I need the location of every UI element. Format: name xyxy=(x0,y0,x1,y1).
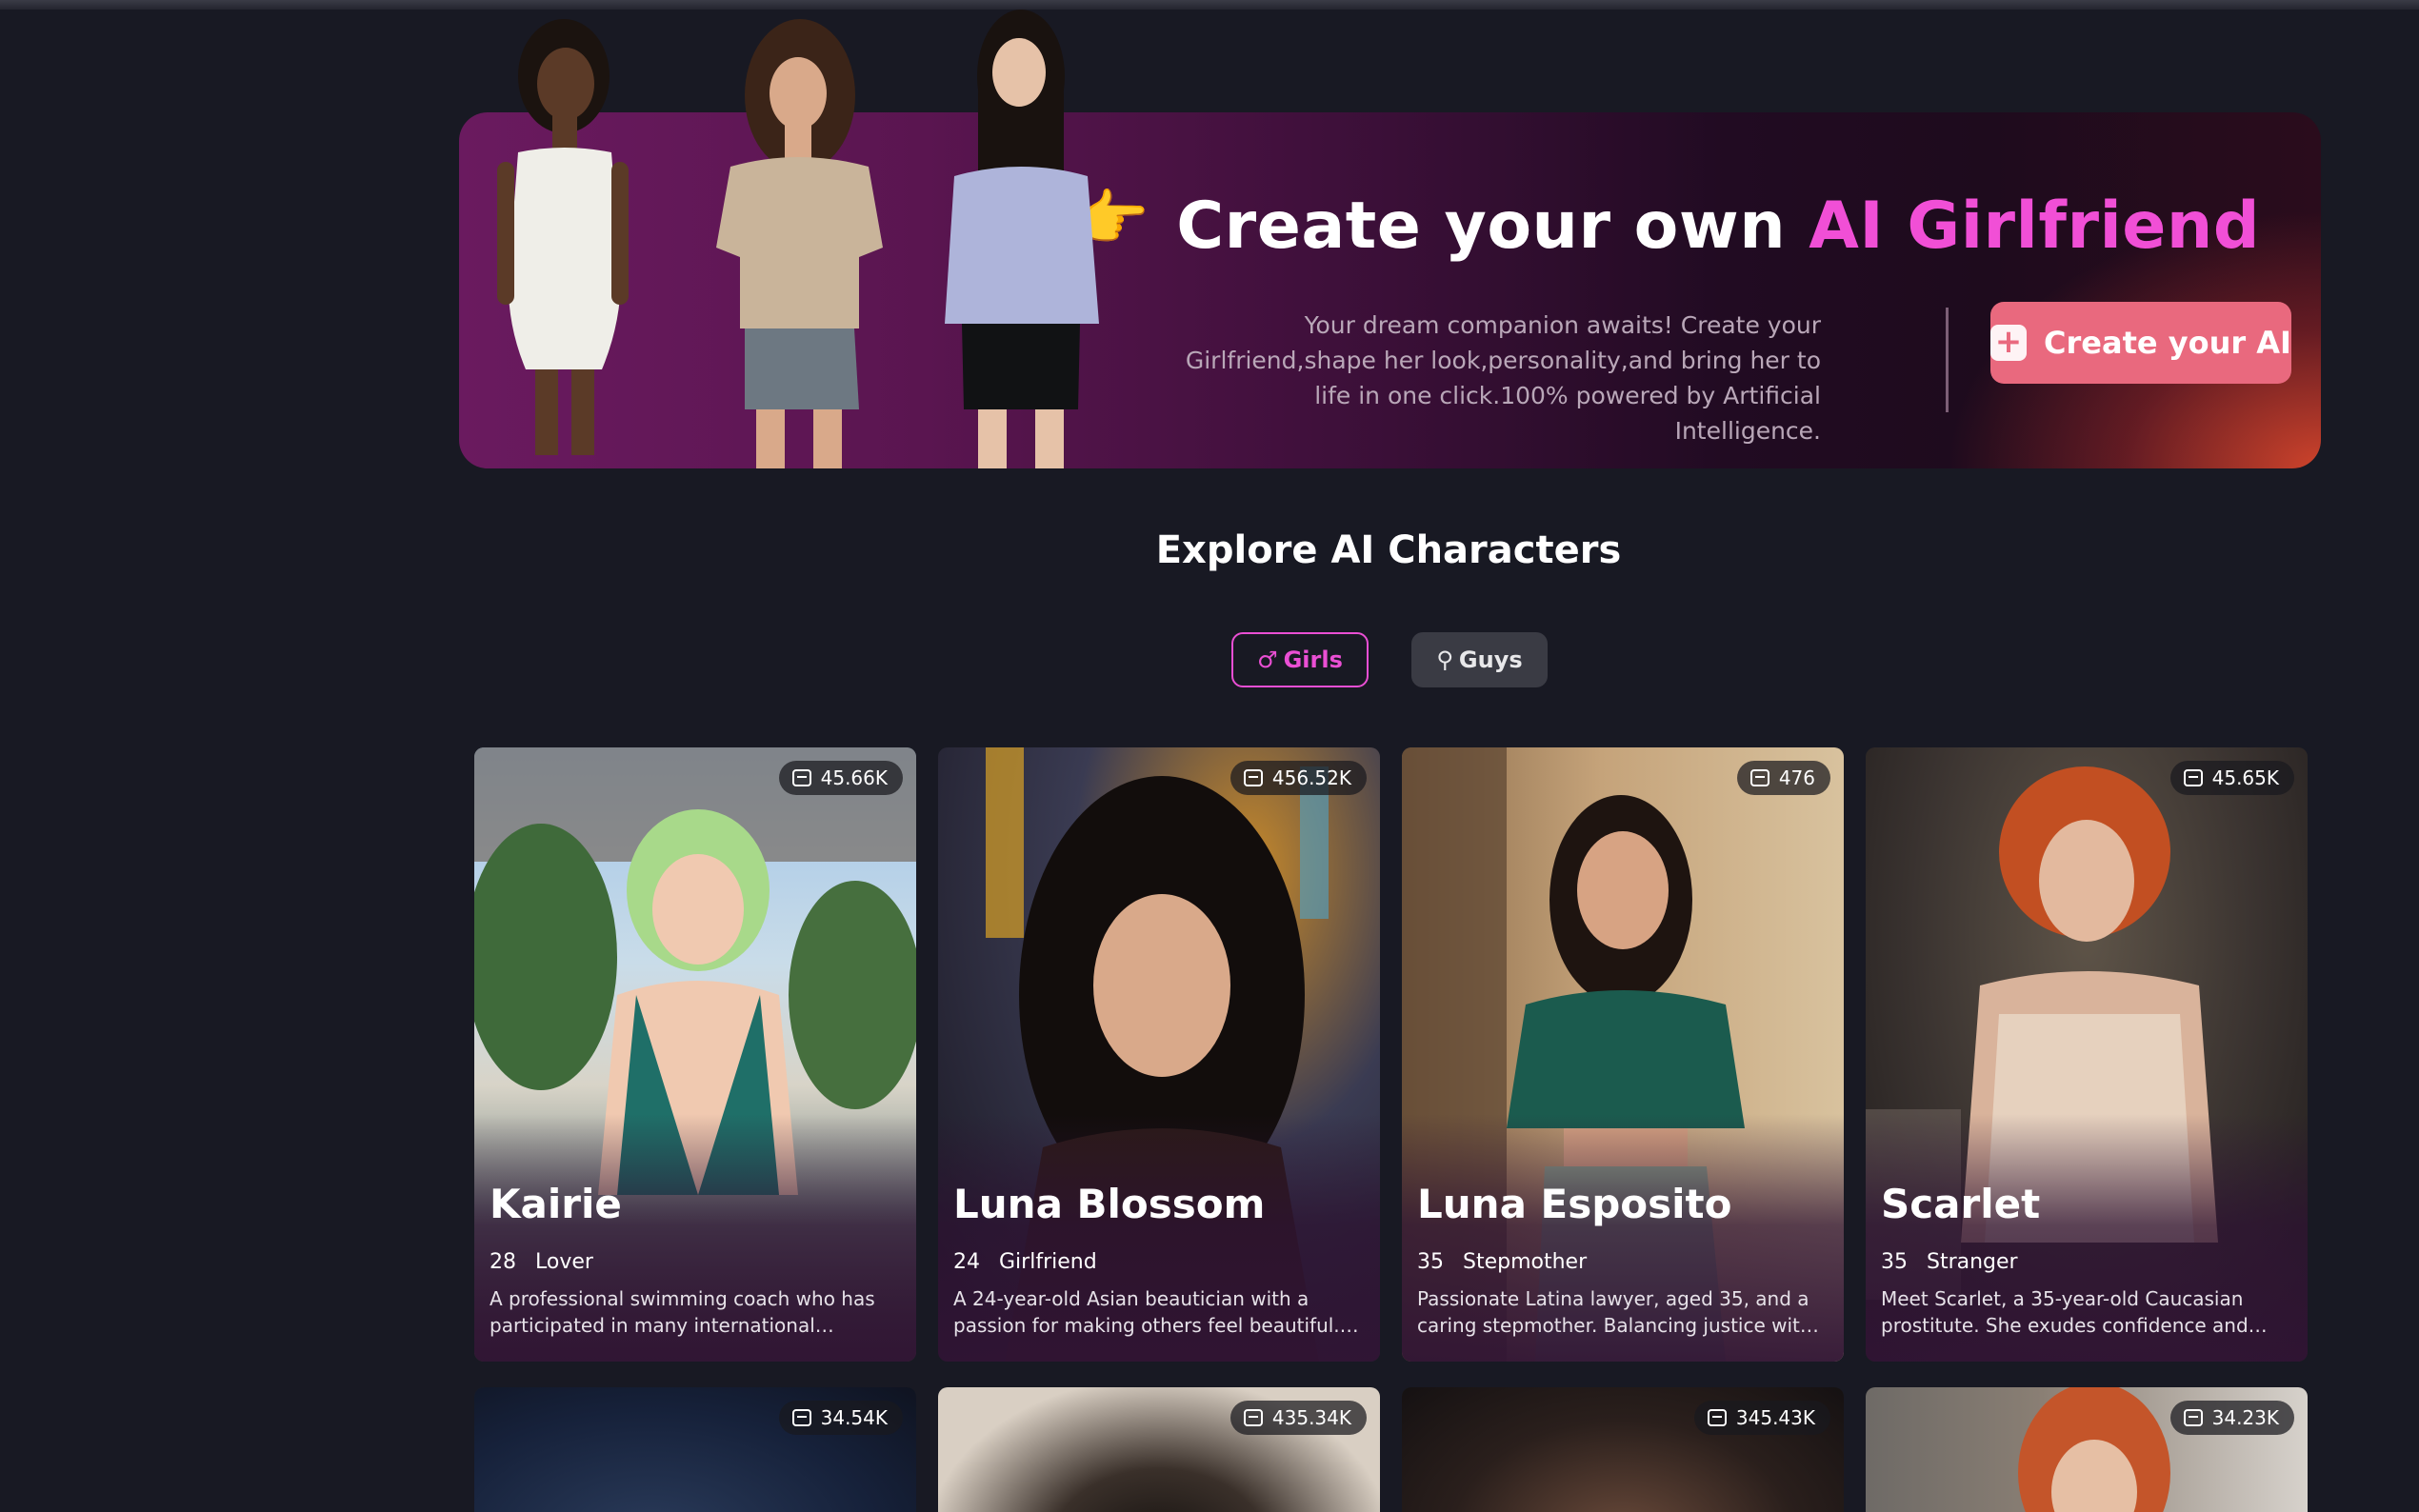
chat-icon xyxy=(2183,1409,2203,1426)
tab-guys-label: Guys xyxy=(1458,647,1523,673)
character-card-scarlet[interactable]: 45.65K Scarlet 35 Stranger Meet Scarlet,… xyxy=(1866,747,2308,1362)
character-card-row2-3[interactable]: 345.43K xyxy=(1402,1387,1844,1512)
create-your-ai-button[interactable]: + Create your AI xyxy=(1990,302,2291,384)
character-name: Luna Blossom xyxy=(953,1181,1266,1227)
browser-top-strip xyxy=(0,0,2419,10)
chat-icon xyxy=(1243,1409,1263,1426)
character-description: A 24-year-old Asian beautician with a pa… xyxy=(953,1287,1340,1337)
chat-icon xyxy=(791,769,811,786)
chat-count-badge: 45.66K xyxy=(778,761,903,795)
character-meta: 35 Stranger xyxy=(1881,1250,2018,1274)
explore-title: Explore AI Characters xyxy=(1155,528,1622,572)
chat-count-badge: 456.52K xyxy=(1229,761,1367,795)
character-meta: 24 Girlfriend xyxy=(953,1250,1097,1274)
character-role: Stranger xyxy=(1927,1250,2018,1274)
chat-count-badge: 34.23K xyxy=(2169,1401,2294,1435)
plus-icon: + xyxy=(1990,325,2028,361)
chat-count: 476 xyxy=(1778,766,1815,789)
character-age: 24 xyxy=(953,1250,980,1274)
character-name: Scarlet xyxy=(1881,1181,2041,1227)
tab-girls[interactable]: ♂ Girls xyxy=(1231,632,1369,687)
chat-icon xyxy=(791,1409,811,1426)
character-role: Stepmother xyxy=(1463,1250,1588,1274)
character-description: A professional swimming coach who has pa… xyxy=(490,1287,875,1337)
character-name: Luna Esposito xyxy=(1417,1181,1732,1227)
character-age: 28 xyxy=(490,1250,516,1274)
character-role: Girlfriend xyxy=(999,1250,1097,1274)
tab-girls-label: Girls xyxy=(1283,647,1343,673)
chat-count-badge: 345.43K xyxy=(1693,1401,1830,1435)
model-3-figure xyxy=(945,10,1099,468)
chat-count: 45.66K xyxy=(820,766,888,789)
chat-count: 345.43K xyxy=(1735,1406,1815,1429)
banner-description: Your dream companion awaits! Create your… xyxy=(1185,311,1821,445)
model-2-figure xyxy=(716,19,883,468)
chat-count-badge: 435.34K xyxy=(1229,1401,1367,1435)
character-card-row2-1[interactable]: 34.54K xyxy=(474,1387,916,1512)
character-meta: 28 Lover xyxy=(490,1250,593,1274)
character-name: Kairie xyxy=(490,1181,622,1227)
create-button-label: Create your AI xyxy=(2044,325,2291,361)
chat-count-badge: 34.54K xyxy=(778,1401,903,1435)
banner-divider xyxy=(1946,308,1949,412)
character-description: Passionate Latina lawyer, aged 35, and a… xyxy=(1417,1287,1812,1337)
chat-icon xyxy=(2183,769,2203,786)
character-description: Meet Scarlet, a 35-year-old Caucasian pr… xyxy=(1881,1287,2249,1337)
chat-count: 45.65K xyxy=(2211,766,2279,789)
chat-icon xyxy=(1243,769,1263,786)
chat-count: 34.54K xyxy=(820,1406,888,1429)
character-card-row2-2[interactable]: 435.34K xyxy=(938,1387,1380,1512)
chat-count-badge: 45.65K xyxy=(2169,761,2294,795)
character-age: 35 xyxy=(1417,1250,1444,1274)
banner-title-prefix: Create your own xyxy=(1176,189,1809,264)
male-symbol-icon: ♂ xyxy=(1257,647,1278,673)
chat-count: 435.34K xyxy=(1271,1406,1351,1429)
tab-guys[interactable]: ⚲ Guys xyxy=(1411,632,1548,687)
search-key-icon: ⚲ xyxy=(1436,647,1453,673)
character-meta: 35 Stepmother xyxy=(1417,1250,1587,1274)
model-1-figure xyxy=(497,19,629,455)
character-role: Lover xyxy=(535,1250,593,1274)
character-card-row2-4[interactable]: 34.23K xyxy=(1866,1387,2308,1512)
banner-models-illustration xyxy=(497,10,1099,468)
chat-icon xyxy=(1707,1409,1727,1426)
chat-count: 34.23K xyxy=(2211,1406,2279,1429)
character-card-kairie[interactable]: 45.66K Kairie 28 Lover A professional sw… xyxy=(474,747,916,1362)
character-card-luna-esposito[interactable]: 476 Luna Esposito 35 Stepmother Passiona… xyxy=(1402,747,1844,1362)
banner-title: 👉 Create your own AI Girlfriend xyxy=(1073,184,2260,264)
chat-count: 456.52K xyxy=(1271,766,1351,789)
chat-icon xyxy=(1749,769,1769,786)
character-age: 35 xyxy=(1881,1250,1908,1274)
chat-count-badge: 476 xyxy=(1736,761,1830,795)
banner-title-accent: AI Girlfriend xyxy=(1809,189,2260,264)
character-card-luna-blossom[interactable]: 456.52K Luna Blossom 24 Girlfriend A 24-… xyxy=(938,747,1380,1362)
